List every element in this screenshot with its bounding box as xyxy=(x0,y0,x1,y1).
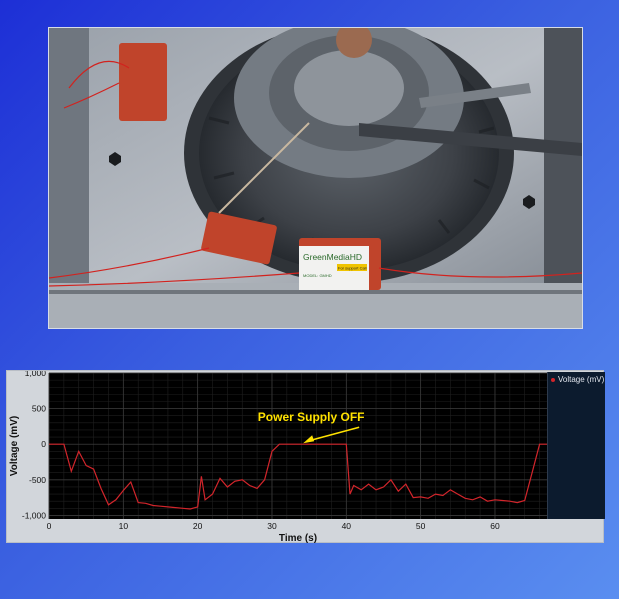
legend-entry-voltage: Voltage (mV) xyxy=(551,375,604,384)
x-axis-title: Time (s) xyxy=(279,533,317,544)
legend-marker xyxy=(551,377,555,382)
y-tick-label: 500 xyxy=(32,404,46,414)
y-tick-label: 0 xyxy=(41,439,46,449)
x-tick-label: 50 xyxy=(416,521,426,531)
x-tick-label: 0 xyxy=(47,521,52,531)
photo-illustration: GreenMediaHD For support Call MODEL: GMH… xyxy=(49,28,582,328)
y-axis-title: Voltage (mV) xyxy=(9,416,20,476)
voltage-chart-panel: 0 10 20 30 40 50 60 1,000 500 0 -500 -1,000 Power S… xyxy=(6,370,605,544)
annotation-label: Power Supply OFF xyxy=(258,410,365,424)
x-tick-label: 10 xyxy=(119,521,129,531)
y-tick-label: 1,000 xyxy=(25,371,47,378)
x-tick-label: 60 xyxy=(490,521,500,531)
x-tick-label: 40 xyxy=(342,521,352,531)
legend-label: Voltage (mV) xyxy=(558,375,605,384)
device-support-label: For support Call xyxy=(338,266,367,271)
legend: Voltage (mV) xyxy=(547,372,605,519)
hvac-blower-photo: GreenMediaHD For support Call MODEL: GMH… xyxy=(48,27,583,329)
voltage-chart: 0 10 20 30 40 50 60 1,000 500 0 -500 -1,000 Power S… xyxy=(9,371,547,544)
device-model-label: MODEL: GMHD xyxy=(303,273,332,278)
device-brand-label: GreenMediaHD xyxy=(303,252,362,262)
y-tick-label: -500 xyxy=(29,475,46,485)
y-tick-label: -1,000 xyxy=(22,510,46,520)
x-tick-label: 20 xyxy=(193,521,203,531)
x-tick-label: 30 xyxy=(267,521,277,531)
